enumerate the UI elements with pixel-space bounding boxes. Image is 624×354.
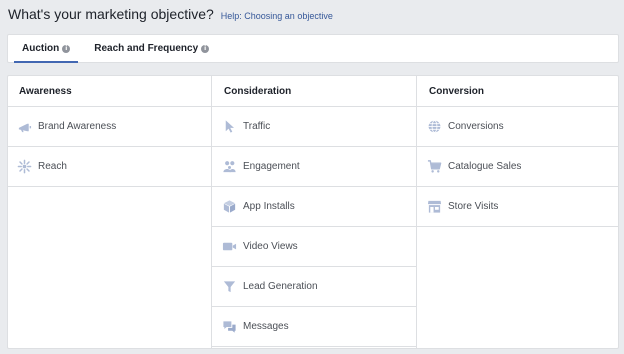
storefront-icon [426, 199, 442, 215]
megaphone-icon [16, 119, 32, 135]
column-header-consideration: Consideration [212, 76, 416, 107]
column-consideration: Consideration Traffic Engagement App Ins… [211, 76, 416, 348]
box-icon [221, 199, 237, 215]
objective-label: Reach [38, 161, 67, 172]
funnel-icon [221, 279, 237, 295]
buying-type-tabs: Auction i Reach and Frequency i [7, 34, 619, 63]
tab-auction[interactable]: Auction i [14, 35, 79, 63]
tab-reach-and-frequency[interactable]: Reach and Frequency i [92, 35, 211, 62]
info-icon[interactable]: i [201, 44, 210, 53]
objective-label: Conversions [448, 121, 504, 132]
cursor-icon [221, 119, 237, 135]
tab-auction-label: Auction [22, 43, 60, 54]
objective-label: Traffic [243, 121, 271, 132]
objective-label: App Installs [243, 201, 295, 212]
objective-label: Engagement [243, 161, 300, 172]
objective-lead-generation[interactable]: Lead Generation [212, 267, 416, 307]
objective-label: Store Visits [448, 201, 499, 212]
objective-engagement[interactable]: Engagement [212, 147, 416, 187]
globe-icon [426, 119, 442, 135]
people-icon [221, 159, 237, 175]
tab-reach-and-frequency-label: Reach and Frequency [94, 43, 199, 54]
column-header-awareness: Awareness [8, 76, 211, 107]
objective-store-visits[interactable]: Store Visits [417, 187, 618, 227]
video-camera-icon [221, 239, 237, 255]
objective-app-installs[interactable]: App Installs [212, 187, 416, 227]
column-header-conversion: Conversion [417, 76, 618, 107]
objective-brand-awareness[interactable]: Brand Awareness [8, 107, 211, 147]
objective-label: Lead Generation [243, 281, 318, 292]
objective-label: Messages [243, 321, 289, 332]
shopping-cart-icon [426, 159, 442, 175]
reach-icon [16, 159, 32, 175]
objective-video-views[interactable]: Video Views [212, 227, 416, 267]
objective-messages[interactable]: Messages [212, 307, 416, 347]
page-header: What's your marketing objective? Help: C… [8, 6, 333, 26]
objective-grid: Awareness Brand Awareness Reach Consider… [7, 75, 619, 349]
objective-conversions[interactable]: Conversions [417, 107, 618, 147]
chat-bubbles-icon [221, 319, 237, 335]
help-link[interactable]: Help: Choosing an objective [221, 11, 333, 21]
objective-reach[interactable]: Reach [8, 147, 211, 187]
page-title: What's your marketing objective? [8, 6, 214, 22]
column-conversion: Conversion Conversions Catalogue Sales S… [416, 76, 618, 348]
objective-traffic[interactable]: Traffic [212, 107, 416, 147]
info-icon[interactable]: i [62, 44, 71, 53]
objective-catalogue-sales[interactable]: Catalogue Sales [417, 147, 618, 187]
objective-label: Brand Awareness [38, 121, 117, 132]
column-awareness: Awareness Brand Awareness Reach [8, 76, 211, 348]
objective-label: Video Views [243, 241, 298, 252]
objective-label: Catalogue Sales [448, 161, 522, 172]
